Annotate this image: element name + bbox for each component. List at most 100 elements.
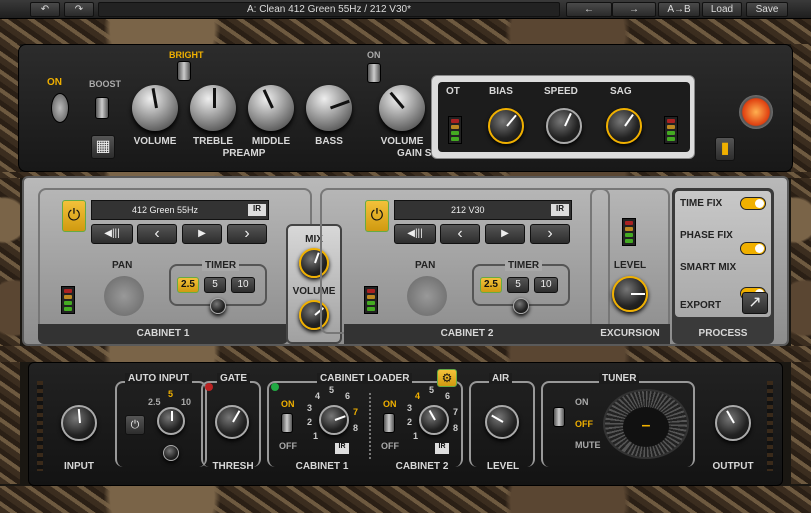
sag-label: SAG	[610, 86, 632, 97]
cab2-name[interactable]: 212 V30	[394, 200, 572, 220]
volume-label: VOLUME	[133, 136, 177, 147]
speed-label: SPEED	[544, 86, 578, 97]
smart-mix-label: SMART MIX	[680, 262, 737, 273]
a-to-b-button[interactable]: A→B	[658, 2, 700, 17]
cab2-timer-knob[interactable]	[513, 298, 529, 314]
amp-switch-toggle[interactable]	[367, 63, 381, 83]
next-preset-button[interactable]: →	[612, 2, 656, 17]
cab2-power-button[interactable]: ⏻	[365, 200, 389, 232]
cab1-play-button[interactable]: ▶	[182, 224, 222, 244]
cabinet-loader-label: CABINET LOADER	[317, 373, 413, 384]
speed-knob[interactable]	[546, 108, 582, 144]
cab2-play-button[interactable]: ▶	[485, 224, 525, 244]
auto-input-mini-knob[interactable]	[163, 445, 179, 461]
cab-loader1-knob[interactable]	[319, 405, 349, 435]
scale-4a: 4	[315, 391, 321, 401]
scale-7b: 7	[453, 407, 459, 417]
cab-loader2-toggle[interactable]	[383, 413, 395, 433]
tuner-readout: –	[623, 407, 669, 447]
power-volume-knob[interactable]	[379, 85, 425, 131]
middle-knob[interactable]	[248, 85, 294, 131]
snakeskin-bottom	[0, 486, 811, 513]
cab-loader1-toggle[interactable]	[281, 413, 293, 433]
amp-panel: ON BOOST ▦ BRIGHT VOLUME TREBLE MIDDLE B…	[18, 44, 793, 172]
switch-on-label: ON	[367, 50, 381, 60]
auto-input-knob[interactable]	[157, 407, 185, 435]
cab1-browse-icon[interactable]: ◀|||	[91, 224, 133, 244]
export-icon[interactable]: ↗	[742, 292, 768, 314]
input-knob[interactable]	[61, 405, 97, 441]
power-amp-popup: OT BIAS SPEED SAG	[431, 75, 695, 159]
redo-button[interactable]: ↷	[64, 2, 94, 17]
bias-knob[interactable]	[488, 108, 524, 144]
cab1-next-button[interactable]: ›	[227, 224, 267, 244]
cab2-browse-icon[interactable]: ◀|||	[394, 224, 436, 244]
time-fix-switch[interactable]	[740, 197, 766, 210]
tuner-mode-toggle[interactable]	[553, 407, 565, 427]
cab1-name[interactable]: 412 Green 55Hz	[91, 200, 269, 220]
scale-6b: 6	[445, 391, 451, 401]
cab1-timer-5[interactable]: 5	[204, 277, 226, 293]
cab2-meter	[364, 286, 378, 314]
auto-input-power-button[interactable]: ⏻	[125, 415, 145, 435]
tuner-on-label: ON	[575, 397, 589, 407]
tuner-off-label: OFF	[575, 419, 593, 429]
cab-loader-divider	[369, 393, 371, 459]
cab1-timer-knob[interactable]	[210, 298, 226, 314]
cab-loader2-knob[interactable]	[419, 405, 449, 435]
cab1-label: CABINET 1	[136, 328, 190, 339]
cab1-prev-button[interactable]: ‹	[137, 224, 177, 244]
thresh-knob[interactable]	[215, 405, 249, 439]
power-toggle[interactable]	[51, 93, 69, 123]
air-level-knob[interactable]	[485, 405, 519, 439]
boost-toggle[interactable]	[95, 97, 109, 119]
preset-name[interactable]: A: Clean 412 Green 55Hz / 212 V30*	[98, 2, 560, 17]
sag-knob[interactable]	[606, 108, 642, 144]
cab1-timer-label: TIMER	[202, 260, 240, 271]
auto-input-10: 10	[181, 397, 192, 407]
bright-toggle[interactable]	[177, 61, 191, 81]
output-meter	[767, 381, 773, 471]
phase-fix-switch[interactable]	[740, 242, 766, 255]
load-button[interactable]: Load	[702, 2, 742, 17]
snakeskin-strip2	[0, 346, 811, 362]
save-button[interactable]: Save	[746, 2, 788, 17]
bass-knob[interactable]	[306, 85, 352, 131]
pedal-icon[interactable]: ▦	[91, 135, 115, 159]
output-knob[interactable]	[715, 405, 751, 441]
volume-knob[interactable]	[132, 85, 178, 131]
pilot-lamp	[739, 95, 773, 129]
cab1-timer-2.5[interactable]: 2.5	[177, 277, 199, 293]
gate-label: GATE	[217, 373, 251, 384]
top-toolbar: ↶ ↷ A: Clean 412 Green 55Hz / 212 V30* ←…	[0, 0, 811, 19]
scale-7a: 7	[353, 407, 359, 417]
cab-loader2-label: CABINET 2	[395, 461, 449, 472]
cab1-pan-knob[interactable]	[104, 276, 144, 316]
gear-icon[interactable]: ⚙	[437, 369, 457, 387]
prev-preset-button[interactable]: ←	[566, 2, 612, 17]
cab2-timer-5[interactable]: 5	[507, 277, 529, 293]
battery-icon[interactable]: ▮	[715, 137, 735, 161]
undo-button[interactable]: ↶	[30, 2, 60, 17]
cab2-timer-10[interactable]: 10	[534, 277, 558, 293]
gate-led	[205, 383, 213, 391]
cab-loader1-off-label: OFF	[279, 441, 297, 451]
excursion-level-knob[interactable]	[612, 276, 648, 312]
cab2-prev-button[interactable]: ‹	[440, 224, 480, 244]
bright-label: BRIGHT	[169, 50, 204, 60]
cab1-timer-10[interactable]: 10	[231, 277, 255, 293]
cab2-timer-2.5[interactable]: 2.5	[480, 277, 502, 293]
cab1-power-button[interactable]: ⏻	[62, 200, 86, 232]
cab1-meter	[61, 286, 75, 314]
process-label: PROCESS	[698, 328, 748, 339]
boost-label: BOOST	[89, 79, 122, 89]
output-label: OUTPUT	[712, 461, 754, 472]
middle-label: MIDDLE	[251, 136, 291, 147]
auto-input-label: AUTO INPUT	[125, 373, 192, 384]
cab2-next-button[interactable]: ›	[530, 224, 570, 244]
scale-1a: 1	[313, 431, 319, 441]
scale-2b: 2	[407, 417, 413, 427]
cab2-pan-knob[interactable]	[407, 276, 447, 316]
air-level-label: LEVEL	[486, 461, 520, 472]
treble-knob[interactable]	[190, 85, 236, 131]
